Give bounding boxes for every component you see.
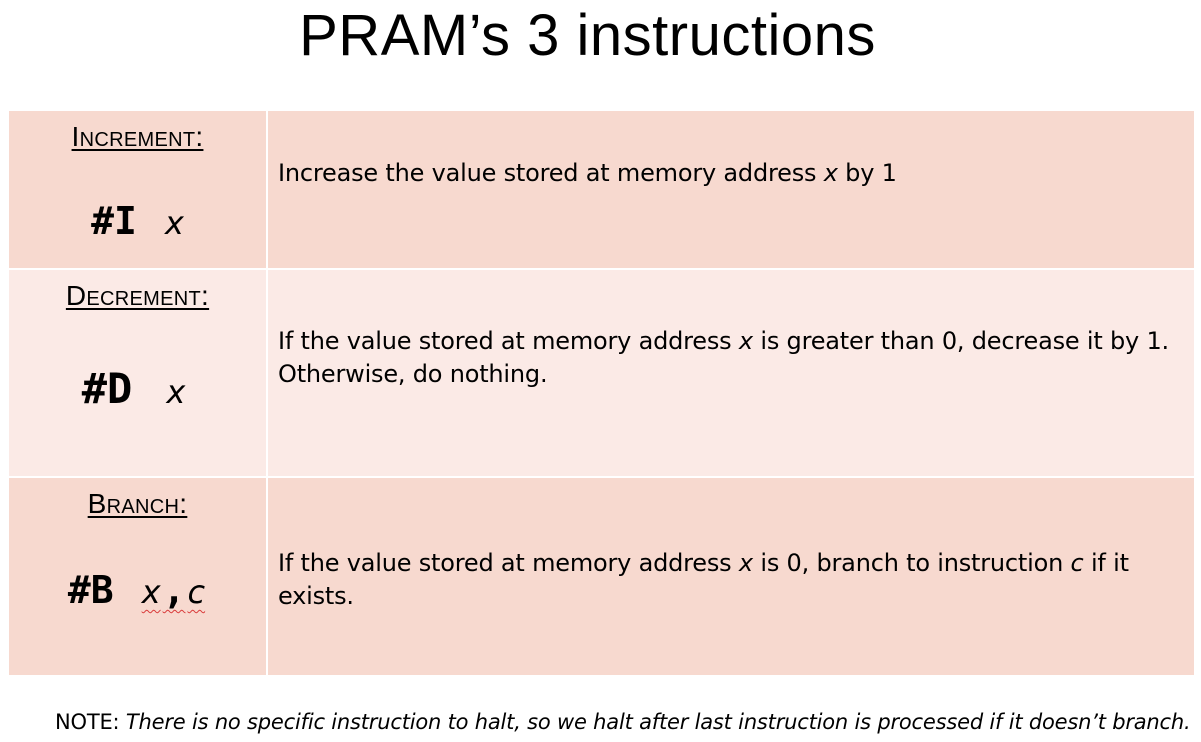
branch-arguments: x,c [142,568,205,612]
desc-var: x [738,327,753,355]
argument-separator: , [162,568,186,612]
argument-x: x [166,373,186,411]
desc-text-mid: is 0, branch to instruction [752,548,1071,577]
argument-x: x [164,204,184,242]
desc-line-1: If the value stored at memory address x … [278,325,1194,358]
desc-text: If the value stored at memory address [278,327,739,355]
argument-x: x [141,573,161,611]
note-label: NOTE: [55,710,126,734]
instruction-name: Increment: [71,121,204,152]
instruction-syntax: #B x,c [7,568,266,612]
note-text: There is no specific instruction to halt… [125,710,1191,734]
desc-var: x [738,548,753,577]
desc-text: If the value stored at memory address [278,548,739,577]
instruction-description: Increase the value stored at memory addr… [266,109,1196,270]
footnote: NOTE: There is no specific instruction t… [55,710,1191,734]
instruction-table: Increment: #I x Increase the value stored… [7,109,1196,677]
desc-var: x [823,159,838,187]
instruction-name: Decrement: [65,280,210,311]
instruction-description: If the value stored at memory address x … [266,476,1196,677]
desc-text-end: by 1 [837,159,897,187]
table-row: Branch: #B x,c If the value stored at mem… [7,476,1196,677]
instruction-cell-increment: Increment: #I x [7,109,268,270]
instruction-syntax: #I x [9,199,266,243]
desc-text: Increase the value stored at memory addr… [278,159,824,187]
instruction-cell-branch: Branch: #B x,c [7,476,268,677]
desc-var-2: c [1070,548,1084,577]
table-row: Increment: #I x Increase the value stored… [7,109,1196,270]
opcode: #D [81,364,133,413]
desc-line-2: Otherwise, do nothing. [278,360,548,388]
opcode: #B [67,568,114,612]
instruction-cell-decrement: Decrement: #D x [7,268,268,478]
argument-c: c [187,573,206,611]
opcode: #I [91,199,137,243]
instruction-name: Branch: [87,488,188,519]
instruction-description: If the value stored at memory address x … [266,268,1196,478]
instruction-syntax: #D x [1,364,266,413]
slide: PRAM’s 3 instructions Increment: #I x Inc… [0,0,1201,742]
slide-title: PRAM’s 3 instructions [299,3,876,68]
table-row: Decrement: #D x If the value stored at me… [7,268,1196,478]
desc-text-end: is greater than 0, decrease it by 1. [752,327,1169,355]
